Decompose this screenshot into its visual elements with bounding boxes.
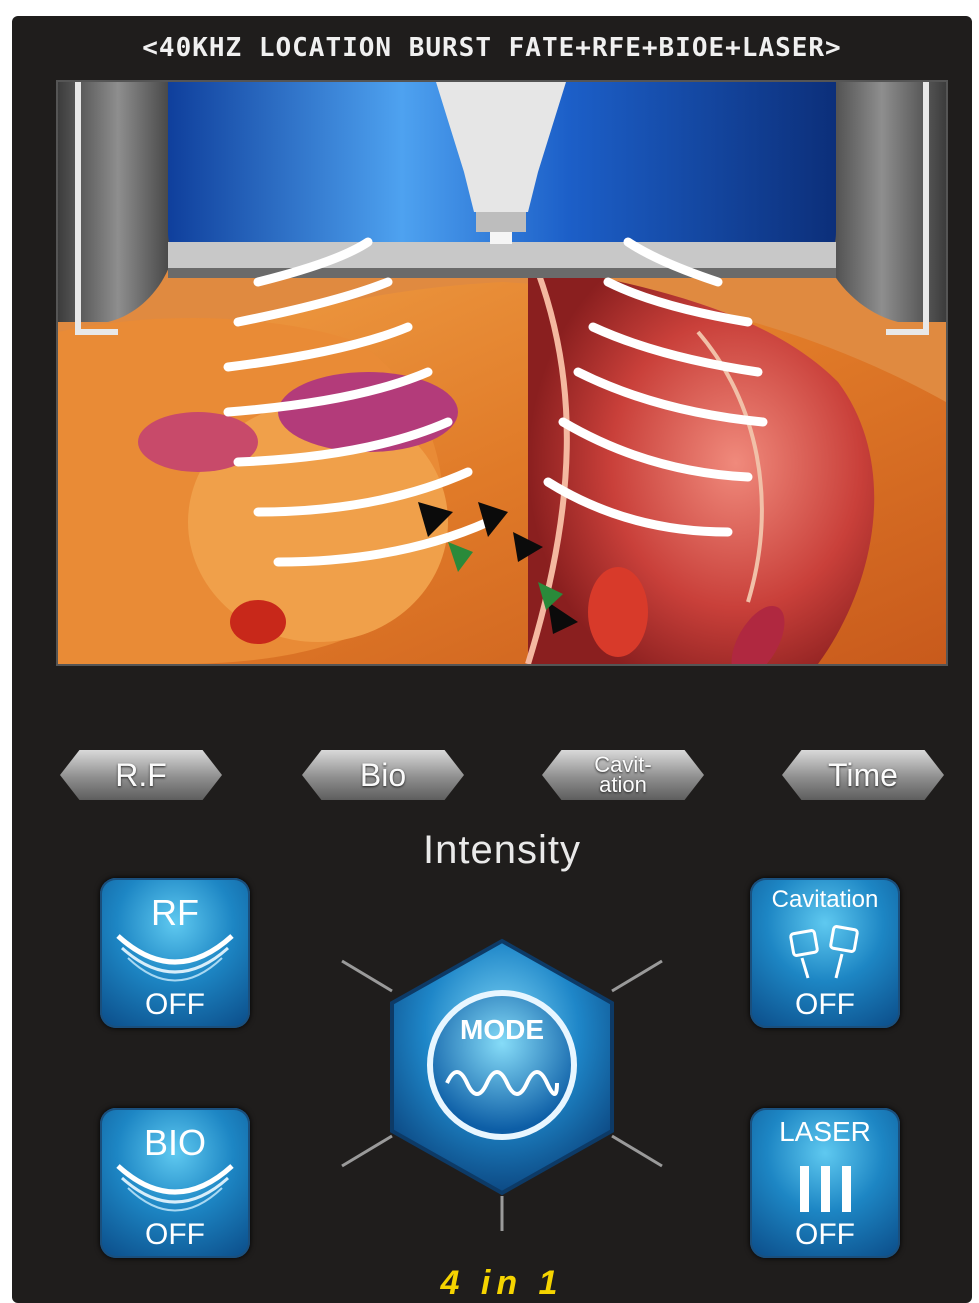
abdomen-illustration (58, 82, 946, 664)
tab-bio[interactable]: Bio (302, 750, 464, 800)
bio-button-status: OFF (145, 1218, 205, 1251)
cavitation-button[interactable]: Cavitation OFF (750, 878, 900, 1028)
laser-button-status: OFF (795, 1218, 855, 1251)
mode-hexagon-icon (341, 938, 663, 1231)
control-panel: <40KHZ LOCATION BURST FATE+RFE+BIOE+LASE… (12, 16, 972, 1303)
tab-cavitation-line2: ation (599, 772, 647, 797)
mode-label: MODE (460, 1014, 544, 1045)
bio-button[interactable]: BIO OFF (100, 1108, 250, 1258)
tab-rf[interactable]: R.F (60, 750, 222, 800)
header-title: <40KHZ LOCATION BURST FATE+RFE+BIOE+LASE… (142, 33, 842, 63)
footer-4in1: 4 in 1 (440, 1264, 564, 1302)
intensity-label: Intensity (423, 828, 581, 872)
laser-button[interactable]: LASER OFF (750, 1108, 900, 1258)
illustration-display (56, 80, 948, 666)
rf-button[interactable]: RF OFF (100, 878, 250, 1028)
mode-control[interactable]: MODE (322, 931, 682, 1231)
tab-cavitation[interactable]: Cavit- ation (542, 750, 704, 800)
tab-time[interactable]: Time (782, 750, 944, 800)
rf-button-status: OFF (145, 988, 205, 1021)
cavitation-button-status: OFF (795, 988, 855, 1021)
